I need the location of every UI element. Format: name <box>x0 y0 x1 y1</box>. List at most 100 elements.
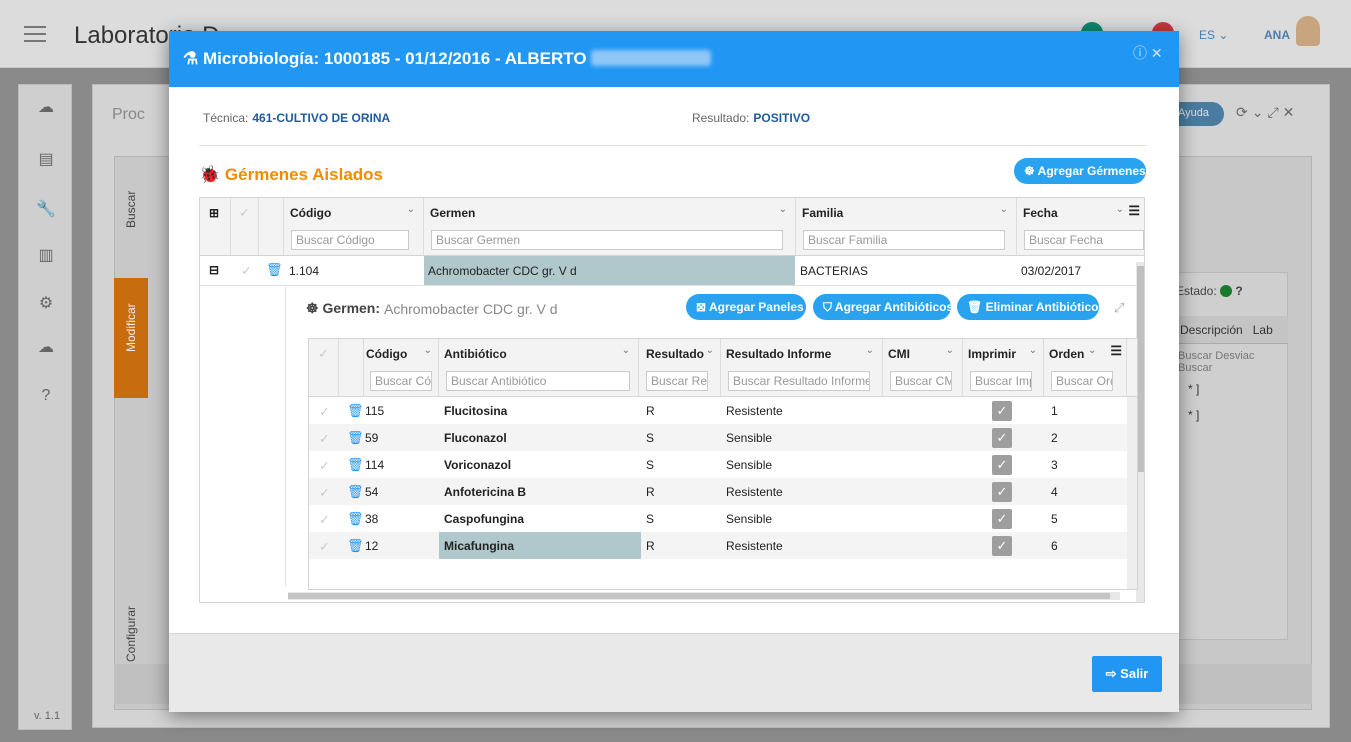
check-icon[interactable]: ✓ <box>239 205 250 221</box>
tab-configurar-label: Configurar <box>124 605 138 662</box>
columns-menu-icon[interactable]: ☰ <box>1128 203 1140 219</box>
imprimir-checkbox[interactable]: ✓ <box>992 482 1012 502</box>
card-icon[interactable]: ▤ <box>35 149 57 169</box>
table-row[interactable]: ✓ 🗑 114 Voriconazol S Sensible ✓ 3 <box>309 451 1127 478</box>
trash-icon[interactable]: 🗑 <box>347 484 364 500</box>
expand-icon[interactable]: ⤢ <box>1114 300 1124 316</box>
search-familia-input[interactable]: Buscar Familia <box>803 230 1005 250</box>
chevron-down-icon[interactable]: ⌄ <box>946 345 954 356</box>
check-icon[interactable]: ✓ <box>319 431 330 447</box>
vertical-scrollbar[interactable] <box>1127 397 1137 589</box>
horizontal-scrollbar[interactable] <box>288 592 1120 600</box>
help-icon[interactable]: ? <box>35 387 57 407</box>
search-fecha-input[interactable]: Buscar Fecha <box>1024 230 1144 250</box>
trash-icon[interactable]: 🗑 <box>347 457 364 473</box>
chevron-down-icon[interactable]: ⌄ <box>866 345 874 356</box>
background-search-desviac: Buscar Desviac <box>1178 350 1255 362</box>
search-ab-codigo-input[interactable]: Buscar Cód <box>370 371 432 391</box>
background-header-lab: Lab <box>1252 323 1273 337</box>
info-icon[interactable]: ⓘ <box>1133 45 1147 61</box>
trash-icon[interactable]: 🗑 <box>347 430 364 446</box>
cell-antibiotico: Voriconazol <box>439 451 641 478</box>
scrollbar-thumb[interactable] <box>288 593 1110 599</box>
bug-icon: 🐞 <box>199 165 221 184</box>
scrollbar-thumb[interactable] <box>1137 266 1144 472</box>
chevron-down-icon[interactable]: ⌄ <box>622 345 630 356</box>
trash-icon[interactable]: 🗑 <box>347 403 364 419</box>
avatar[interactable] <box>1296 16 1320 46</box>
chevron-down-icon[interactable]: ⌄ <box>1116 204 1124 215</box>
cell-antibiotico-text: Micafungina <box>444 539 515 553</box>
imprimir-checkbox[interactable]: ✓ <box>992 428 1012 448</box>
exit-button[interactable]: ⇨ Salir <box>1092 656 1162 692</box>
check-icon[interactable]: ✓ <box>319 539 330 555</box>
cell-ab-codigo: 12 <box>365 539 379 553</box>
search-imprimir-input[interactable]: Buscar Imp <box>970 371 1032 391</box>
trash-icon[interactable]: 🗑 <box>266 262 283 278</box>
language-selector[interactable]: ES ⌄ <box>1199 28 1228 42</box>
bar-chart-icon[interactable]: ▥ <box>35 245 57 265</box>
imprimir-checkbox[interactable]: ✓ <box>992 509 1012 529</box>
check-icon[interactable]: ✓ <box>319 512 330 528</box>
search-resultado-input[interactable]: Buscar Res <box>646 371 708 391</box>
close-icon[interactable]: ✕ <box>1151 45 1163 61</box>
status-dot-icon <box>1220 285 1233 297</box>
add-germs-button[interactable]: ☸ Agregar Gérmenes <box>1014 158 1146 184</box>
modal-body: Técnica: 461-CULTIVO DE ORINA Resultado: P… <box>169 87 1179 633</box>
check-icon[interactable]: ✓ <box>318 346 329 362</box>
columns-menu-icon[interactable]: ☰ <box>1110 343 1122 359</box>
chevron-down-icon[interactable]: ⌄ <box>424 345 432 356</box>
search-antibiotico-input[interactable]: Buscar Antibiótico <box>446 371 630 391</box>
gear-icon[interactable]: ⚙ <box>35 293 57 313</box>
user-name[interactable]: ANA <box>1264 28 1290 42</box>
chevron-down-icon[interactable]: ⌄ <box>407 204 415 215</box>
cloud-wifi-icon[interactable]: ☁ <box>35 97 57 117</box>
chevron-down-icon[interactable]: ⌄ <box>706 345 714 356</box>
plus-square-icon[interactable]: ⊞ <box>209 206 219 220</box>
collapse-cell: ⊟ <box>200 256 231 285</box>
background-row: * ] <box>1188 408 1200 422</box>
panel-controls[interactable]: ⟳⌄⤢✕ <box>1236 104 1298 121</box>
background-search-lab: Buscar <box>1178 362 1213 374</box>
imprimir-checkbox[interactable]: ✓ <box>992 455 1012 475</box>
search-codigo-input[interactable]: Buscar Código <box>291 230 409 250</box>
table-row[interactable]: ⊟ ✓ 🗑 1.104 Achromobacter CDC gr. V d BA… <box>200 256 1144 286</box>
col-antibiotico-label: Antibiótico <box>444 347 507 361</box>
tab-modificar[interactable]: Modificar <box>114 278 148 398</box>
chevron-down-icon[interactable]: ⌄ <box>1029 345 1037 356</box>
check-icon[interactable]: ✓ <box>319 458 330 474</box>
chevron-down-icon[interactable]: ⌄ <box>1088 345 1096 356</box>
check-icon[interactable]: ✓ <box>319 404 330 420</box>
trash-icon[interactable]: 🗑 <box>347 511 364 527</box>
add-panels-button[interactable]: ⊠ Agregar Paneles <box>686 294 806 320</box>
search-cmi-input[interactable]: Buscar CMI <box>890 371 952 391</box>
table-row[interactable]: ✓ 🗑 59 Fluconazol S Sensible ✓ 2 <box>309 424 1127 451</box>
check-all-cell: ✓ <box>231 198 259 255</box>
table-row[interactable]: ✓ 🗑 54 Anfotericina B R Resistente ✓ 4 <box>309 478 1127 505</box>
check-icon[interactable]: ✓ <box>319 485 330 501</box>
minus-square-icon[interactable]: ⊟ <box>209 263 219 277</box>
col-resultado-label: Resultado <box>646 347 705 361</box>
imprimir-checkbox[interactable]: ✓ <box>992 536 1012 556</box>
delete-antibiotics-button[interactable]: 🗑 Eliminar Antibióticos <box>957 294 1105 320</box>
tab-buscar[interactable]: Buscar <box>114 160 148 260</box>
detail-indent <box>200 286 286 586</box>
search-germen-input[interactable]: Buscar Germen <box>431 230 783 250</box>
search-informe-input[interactable]: Buscar Resultado Informe <box>728 371 870 391</box>
chevron-down-icon[interactable]: ⌄ <box>779 204 787 215</box>
cell-informe: Resistente <box>726 485 783 499</box>
search-orden-input[interactable]: Buscar Ord <box>1051 371 1113 391</box>
check-icon[interactable]: ✓ <box>241 263 252 279</box>
table-row[interactable]: ✓ 🗑 38 Caspofungina S Sensible ✓ 5 <box>309 505 1127 532</box>
trash-icon[interactable]: 🗑 <box>347 538 364 554</box>
chevron-down-icon[interactable]: ⌄ <box>1000 204 1008 215</box>
add-antibiotics-button[interactable]: ⛉ Agregar Antibióticos <box>813 294 953 320</box>
wrench-icon[interactable]: 🔧 <box>35 199 57 219</box>
table-row[interactable]: ✓ 🗑 12 Micafungina R Resistente ✓ 6 <box>309 532 1127 559</box>
cell-orden: 3 <box>1051 458 1058 472</box>
antibiotics-grid: ✓ Código ⌄ Buscar Cód Antibiótico ⌄ Buscar A… <box>308 338 1138 590</box>
imprimir-checkbox[interactable]: ✓ <box>992 401 1012 421</box>
hamburger-menu-icon[interactable] <box>24 26 46 42</box>
table-row[interactable]: ✓ 🗑 115 Flucitosina R Resistente ✓ 1 <box>309 397 1127 424</box>
cloud-icon[interactable]: ☁ <box>35 337 57 357</box>
